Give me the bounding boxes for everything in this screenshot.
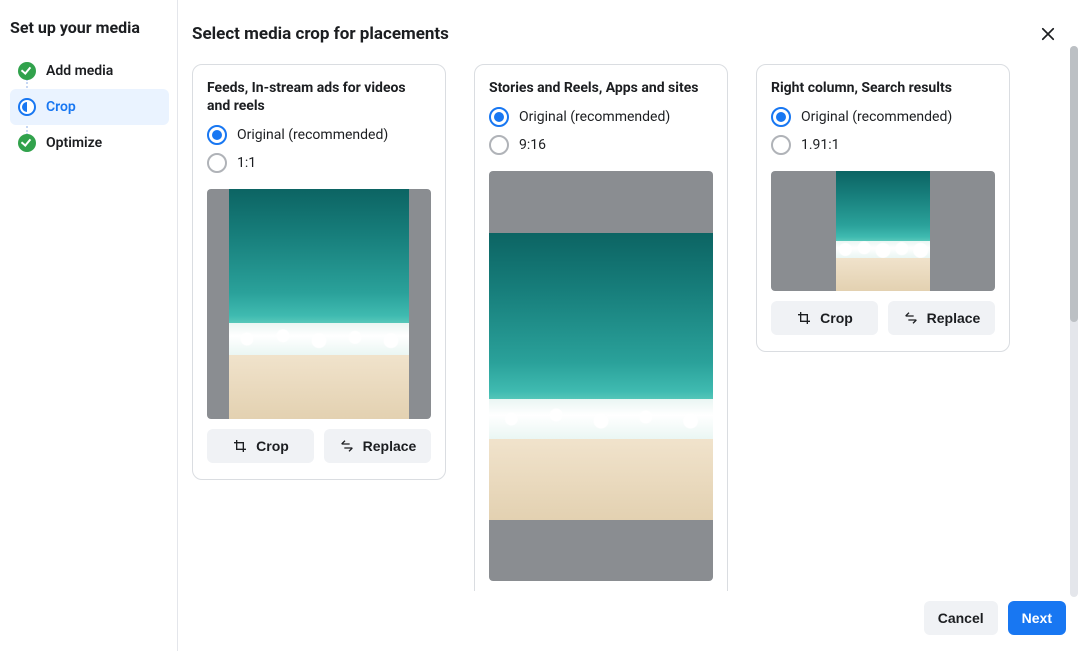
crop-icon <box>232 438 248 454</box>
card-title: Feeds, In-stream ads for videos and reel… <box>207 79 431 115</box>
option-original[interactable]: Original (recommended) <box>207 125 431 145</box>
step-label: Add media <box>46 63 113 79</box>
step-crop[interactable]: Crop <box>10 89 169 125</box>
radio-icon <box>771 135 791 155</box>
placement-card-stories: Stories and Reels, Apps and sites Origin… <box>474 64 728 591</box>
option-label: Original (recommended) <box>237 127 388 143</box>
content: Feeds, In-stream ads for videos and reel… <box>178 58 1080 591</box>
step-add-media[interactable]: Add media <box>10 53 169 89</box>
sidebar: Set up your media Add media Crop Optimiz… <box>0 0 178 651</box>
preview-image <box>836 171 930 291</box>
cancel-label: Cancel <box>938 610 984 626</box>
preview-image <box>229 189 408 419</box>
scrollbar[interactable] <box>1070 46 1078 597</box>
footer: Cancel Next <box>178 591 1080 651</box>
placement-card-right-column: Right column, Search results Original (r… <box>756 64 1010 352</box>
card-actions: Crop Replace <box>771 301 995 335</box>
steps-list: Add media Crop Optimize <box>10 53 169 161</box>
option-original[interactable]: Original (recommended) <box>771 107 995 127</box>
option-original[interactable]: Original (recommended) <box>489 107 713 127</box>
option-label: Original (recommended) <box>801 109 952 125</box>
radio-icon <box>207 125 227 145</box>
radio-icon <box>207 153 227 173</box>
replace-icon <box>903 310 919 326</box>
aspect-options: Original (recommended) 9:16 <box>489 107 713 155</box>
placement-card-feeds: Feeds, In-stream ads for videos and reel… <box>192 64 446 480</box>
close-button[interactable] <box>1032 18 1064 50</box>
crop-label: Crop <box>820 310 853 326</box>
scrollbar-thumb[interactable] <box>1070 46 1078 322</box>
option-label: 1.91:1 <box>801 137 840 153</box>
option-label: Original (recommended) <box>519 109 670 125</box>
option-9-16[interactable]: 9:16 <box>489 135 713 155</box>
step-optimize[interactable]: Optimize <box>10 125 169 161</box>
sidebar-title: Set up your media <box>10 18 169 37</box>
option-label: 9:16 <box>519 137 546 153</box>
main: Select media crop for placements Feeds, … <box>178 0 1080 651</box>
replace-button[interactable]: Replace <box>888 301 995 335</box>
step-label: Crop <box>46 99 76 115</box>
card-title: Stories and Reels, Apps and sites <box>489 79 713 97</box>
card-title: Right column, Search results <box>771 79 995 97</box>
option-label: 1:1 <box>237 155 256 171</box>
preview-image <box>489 233 713 520</box>
check-icon <box>18 134 36 152</box>
option-1-91-1[interactable]: 1.91:1 <box>771 135 995 155</box>
step-label: Optimize <box>46 135 102 151</box>
check-icon <box>18 62 36 80</box>
next-button[interactable]: Next <box>1008 601 1066 635</box>
aspect-options: Original (recommended) 1:1 <box>207 125 431 173</box>
cancel-button[interactable]: Cancel <box>924 601 998 635</box>
crop-button[interactable]: Crop <box>771 301 878 335</box>
progress-icon <box>18 98 36 116</box>
close-icon <box>1039 25 1057 43</box>
radio-icon <box>771 107 791 127</box>
header: Select media crop for placements <box>178 0 1080 58</box>
crop-icon <box>796 310 812 326</box>
option-1-1[interactable]: 1:1 <box>207 153 431 173</box>
aspect-options: Original (recommended) 1.91:1 <box>771 107 995 155</box>
crop-button[interactable]: Crop <box>207 429 314 463</box>
card-actions: Crop Replace <box>207 429 431 463</box>
next-label: Next <box>1022 610 1052 626</box>
media-preview <box>207 189 431 419</box>
replace-icon <box>339 438 355 454</box>
replace-label: Replace <box>363 438 417 454</box>
replace-button[interactable]: Replace <box>324 429 431 463</box>
radio-icon <box>489 135 509 155</box>
page-title: Select media crop for placements <box>192 24 449 44</box>
crop-label: Crop <box>256 438 289 454</box>
replace-label: Replace <box>927 310 981 326</box>
media-preview <box>489 171 713 581</box>
radio-icon <box>489 107 509 127</box>
media-preview <box>771 171 995 291</box>
